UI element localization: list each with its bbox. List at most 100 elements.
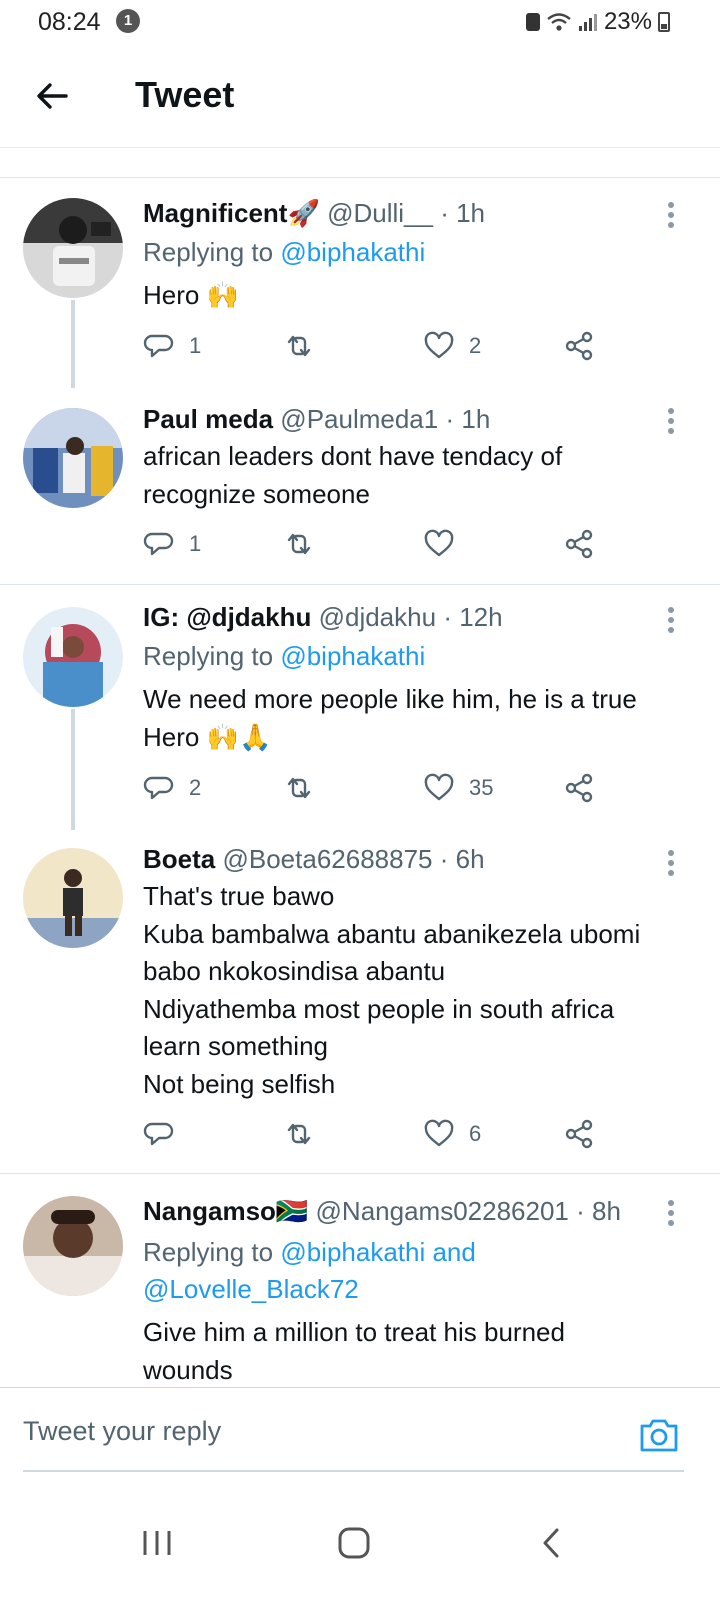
reply-count: 1 <box>189 531 202 556</box>
tweet-text-line: Give him a million to treat his burned <box>143 1317 565 1347</box>
replying-to: Replying to @biphakathi <box>143 638 425 675</box>
tweet-time: 12h <box>459 602 503 632</box>
retweet-button[interactable] <box>283 1118 329 1150</box>
user-handle[interactable]: @Boeta62688875 <box>222 844 432 874</box>
tweet-time: 6h <box>455 844 485 874</box>
previous-tweet-actions-partial <box>0 148 720 178</box>
display-name[interactable]: Magnificent🚀 <box>143 198 320 228</box>
mention-link[interactable]: @biphakathi <box>280 237 425 267</box>
tweet-text-line: african leaders dont have tendacy of <box>143 441 563 471</box>
heart-icon <box>424 529 454 557</box>
avatar[interactable] <box>23 198 123 298</box>
reply-count: 1 <box>189 333 202 358</box>
tweet-item[interactable]: IG: @djdakhu @djdakhu · 12h Replying to … <box>0 585 720 830</box>
tweet-item[interactable]: Nangamso🇿🇦 @Nangams02286201 · 8h Replyin… <box>0 1174 720 1387</box>
share-button[interactable] <box>563 1118 595 1150</box>
avatar[interactable] <box>23 607 123 707</box>
tweet-text-line: We need more people like him, he is a tr… <box>143 684 637 714</box>
more-options-icon[interactable] <box>666 406 676 436</box>
avatar[interactable] <box>23 408 123 508</box>
thread-line <box>71 709 75 830</box>
tweet-time: 1h <box>456 198 486 228</box>
share-button[interactable] <box>563 330 595 362</box>
share-button[interactable] <box>563 772 595 804</box>
status-bar: 08:24 1 23% <box>0 0 720 44</box>
avatar[interactable] <box>23 848 123 948</box>
tweet-text-line: Hero 🙌🙏 <box>143 721 272 752</box>
display-name[interactable]: IG: @djdakhu <box>143 602 311 632</box>
signal-icon <box>578 14 597 31</box>
more-options-icon[interactable] <box>666 848 676 878</box>
reply-button[interactable]: 1 <box>143 528 201 560</box>
retweet-button[interactable] <box>283 528 329 560</box>
tweet-text: african leaders dont have tendacy of rec… <box>143 438 683 513</box>
tweet-item[interactable]: Paul meda @Paulmeda1 · 1h african leader… <box>0 388 720 584</box>
display-name[interactable]: Nangamso🇿🇦 <box>143 1196 308 1226</box>
user-handle[interactable]: @Dulli__ <box>327 198 433 228</box>
tweet-actions: 1 2 <box>143 330 613 366</box>
retweet-icon <box>287 533 311 555</box>
battery-percent: 23% <box>603 8 652 35</box>
more-options-icon[interactable] <box>666 605 676 635</box>
tweet-text: Give him a million to treat his burned w… <box>143 1314 683 1387</box>
like-count: 6 <box>469 1121 482 1146</box>
more-options-icon[interactable] <box>666 200 676 230</box>
replying-to-label: Replying to <box>143 641 281 671</box>
mention-link[interactable]: @Lovelle_Black72 <box>143 1271 476 1308</box>
tweet-header: Nangamso🇿🇦 @Nangams02286201 · 8h <box>143 1196 621 1227</box>
reply-button[interactable]: 2 <box>143 772 201 804</box>
arrow-left-icon[interactable] <box>30 74 74 118</box>
home-icon[interactable] <box>329 1518 379 1568</box>
tweet-item[interactable]: Magnificent🚀 @Dulli__ · 1h Replying to @… <box>0 178 720 388</box>
replying-to-label: Replying to <box>143 237 281 267</box>
reply-count: 2 <box>189 775 202 800</box>
like-button[interactable]: 6 <box>423 1118 481 1150</box>
replying-to: Replying to @biphakathi and @Lovelle_Bla… <box>143 1234 476 1308</box>
recent-apps-icon[interactable] <box>132 1518 182 1568</box>
tweet-text-line: Not being selfish <box>143 1068 336 1099</box>
share-icon <box>565 331 593 361</box>
retweet-icon <box>287 1123 311 1145</box>
mention-link[interactable]: @biphakathi and <box>280 1237 476 1267</box>
notification-badge: 1 <box>116 9 140 33</box>
retweet-icon <box>287 777 311 799</box>
share-icon <box>565 529 593 559</box>
user-handle[interactable]: @djdakhu <box>319 602 436 632</box>
heart-icon <box>424 1119 454 1147</box>
page-title: Tweet <box>135 74 235 115</box>
tweet-text-line: Hero 🙌 <box>143 280 239 310</box>
reply-input-underline <box>23 1470 684 1472</box>
dot-separator: · <box>576 1196 585 1226</box>
like-button[interactable] <box>423 528 469 560</box>
like-button[interactable]: 2 <box>423 330 481 362</box>
reply-icon <box>143 1122 174 1146</box>
retweet-button[interactable] <box>283 772 329 804</box>
top-app-bar: Tweet <box>0 44 720 148</box>
replying-to: Replying to @biphakathi <box>143 234 425 271</box>
display-name[interactable]: Paul meda <box>143 404 273 434</box>
user-handle[interactable]: @Paulmeda1 <box>280 404 438 434</box>
avatar[interactable] <box>23 1196 123 1296</box>
tweet-text-line: recognize someone <box>143 478 370 509</box>
more-options-icon[interactable] <box>666 1198 676 1228</box>
tweet-text: Hero 🙌 <box>143 277 683 315</box>
dot-separator: · <box>440 198 449 228</box>
retweet-icon <box>287 335 311 357</box>
reply-icon <box>143 776 174 800</box>
like-button[interactable]: 35 <box>423 772 493 804</box>
tweet-item[interactable]: Boeta @Boeta62688875 · 6h That's true ba… <box>0 830 720 1173</box>
mention-link[interactable]: @biphakathi <box>280 641 425 671</box>
reply-button[interactable] <box>143 1118 189 1150</box>
reply-input[interactable]: Tweet your reply <box>23 1416 221 1447</box>
display-name[interactable]: Boeta <box>143 844 215 874</box>
camera-icon[interactable] <box>638 1414 680 1456</box>
share-button[interactable] <box>563 528 595 560</box>
back-nav-icon[interactable] <box>527 1518 577 1568</box>
heart-icon <box>424 331 454 359</box>
reply-icon <box>143 334 174 358</box>
retweet-button[interactable] <box>283 330 329 362</box>
like-count: 2 <box>469 333 482 358</box>
reply-button[interactable]: 1 <box>143 330 201 362</box>
thread-line <box>71 300 75 388</box>
user-handle[interactable]: @Nangams02286201 <box>316 1196 569 1226</box>
